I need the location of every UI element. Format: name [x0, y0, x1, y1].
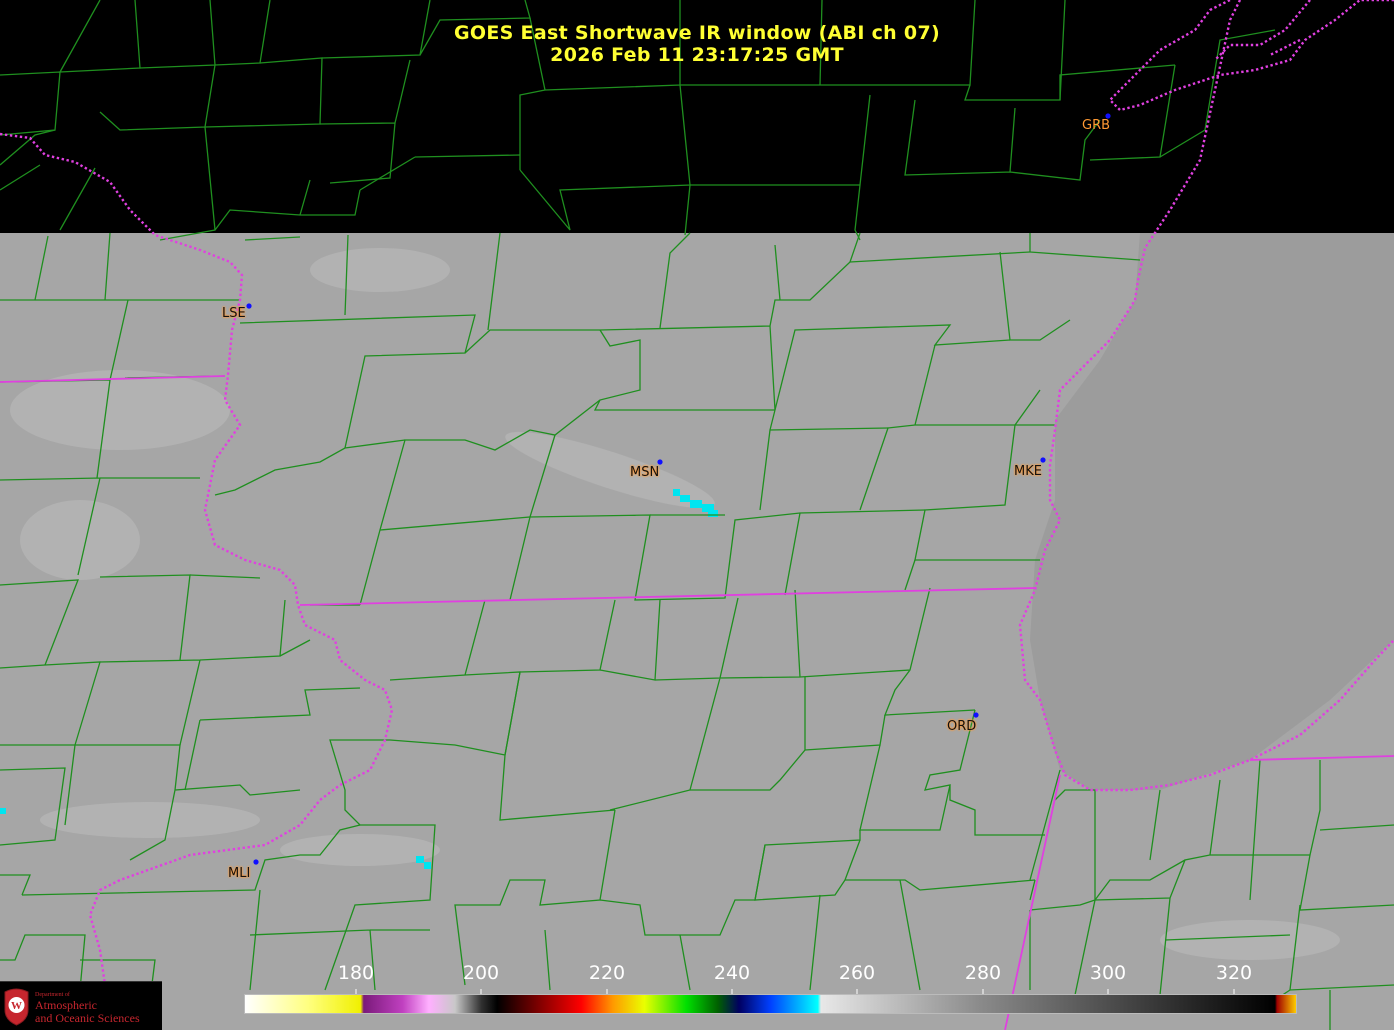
colorbar-tick-label: 180 — [337, 962, 375, 984]
aos-logo: W Department of Atmospheric and Oceanic … — [0, 981, 162, 1030]
colorbar-tick-label: 220 — [588, 962, 626, 984]
colorbar-tick-label: 300 — [1089, 962, 1127, 984]
colorbar-tick-label: 260 — [838, 962, 876, 984]
station-dot-msn — [657, 459, 663, 465]
station-dot-mke — [1040, 457, 1046, 463]
station-label-ord: ORD — [947, 719, 977, 734]
colorbar-frame — [244, 994, 1297, 1014]
colorbar-tick-label: 280 — [964, 962, 1002, 984]
colorbar-tick-label: 320 — [1215, 962, 1253, 984]
satellite-map — [0, 0, 1394, 1030]
logo-line2: and Oceanic Sciences — [35, 1011, 140, 1025]
colorbar-tick-label: 240 — [713, 962, 751, 984]
station-label-lse: LSE — [222, 306, 246, 321]
colorbar-tick-label: 200 — [462, 962, 500, 984]
image-timestamp: 2026 Feb 11 23:17:25 GMT — [550, 44, 844, 66]
uw-crest-icon: W — [4, 988, 29, 1026]
svg-text:W: W — [11, 1000, 22, 1012]
station-dot-ord — [973, 712, 979, 718]
station-dot-lse — [246, 303, 252, 309]
image-title: GOES East Shortwave IR window (ABI ch 07… — [454, 22, 940, 44]
station-label-mli: MLI — [228, 866, 251, 881]
station-label-mke: MKE — [1014, 464, 1042, 479]
station-dot-mli — [253, 859, 259, 865]
station-label-grb: GRB — [1082, 118, 1111, 133]
satellite-image-viewer: GOES East Shortwave IR window (ABI ch 07… — [0, 0, 1394, 1030]
station-label-msn: MSN — [630, 465, 660, 480]
